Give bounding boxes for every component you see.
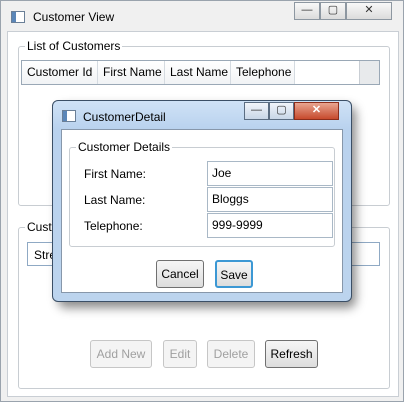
last-name-field[interactable]: Bloggs [207, 187, 333, 212]
customer-detail-dialog: CustomerDetail — ▢ ✕ Customer Details Fi… [52, 100, 352, 302]
customer-list-group-label: List of Customers [25, 39, 123, 53]
column-header-first-name[interactable]: First Name [98, 61, 165, 84]
add-new-button[interactable]: Add New [90, 340, 152, 368]
dialog-minimize-button[interactable]: — [244, 102, 269, 120]
dialog-maximize-button[interactable]: ▢ [269, 102, 294, 120]
close-button[interactable]: ✕ [346, 2, 392, 20]
window-app-icon [62, 110, 76, 122]
dialog-title: CustomerDetail [83, 110, 166, 124]
telephone-label: Telephone: [84, 219, 143, 233]
maximize-button[interactable]: ▢ [320, 2, 346, 20]
dialog-close-button[interactable]: ✕ [294, 102, 339, 120]
save-button[interactable]: Save [215, 260, 253, 288]
delete-button[interactable]: Delete [207, 340, 255, 368]
column-header-customer-id[interactable]: Customer Id [22, 61, 98, 84]
customer-list-header: Customer Id First Name Last Name Telepho… [21, 60, 380, 85]
main-window-title: Customer View [33, 10, 115, 24]
column-header-telephone[interactable]: Telephone [231, 61, 295, 84]
refresh-button[interactable]: Refresh [265, 340, 318, 368]
main-title-bar[interactable]: Customer View — ▢ ✕ [1, 1, 403, 31]
cancel-button[interactable]: Cancel [156, 260, 204, 288]
first-name-label: First Name: [84, 167, 147, 181]
telephone-field[interactable]: 999-9999 [207, 213, 333, 238]
window-app-icon [11, 11, 25, 23]
minimize-button[interactable]: — [294, 2, 320, 20]
customer-details-group-label: Customer Details [76, 140, 173, 154]
dialog-client-area: Customer Details First Name: Joe Last Na… [61, 129, 343, 293]
column-header-last-name[interactable]: Last Name [165, 61, 231, 84]
list-scrollbar[interactable] [359, 61, 379, 84]
first-name-field[interactable]: Joe [207, 161, 333, 186]
last-name-label: Last Name: [84, 193, 146, 207]
edit-button[interactable]: Edit [163, 340, 197, 368]
